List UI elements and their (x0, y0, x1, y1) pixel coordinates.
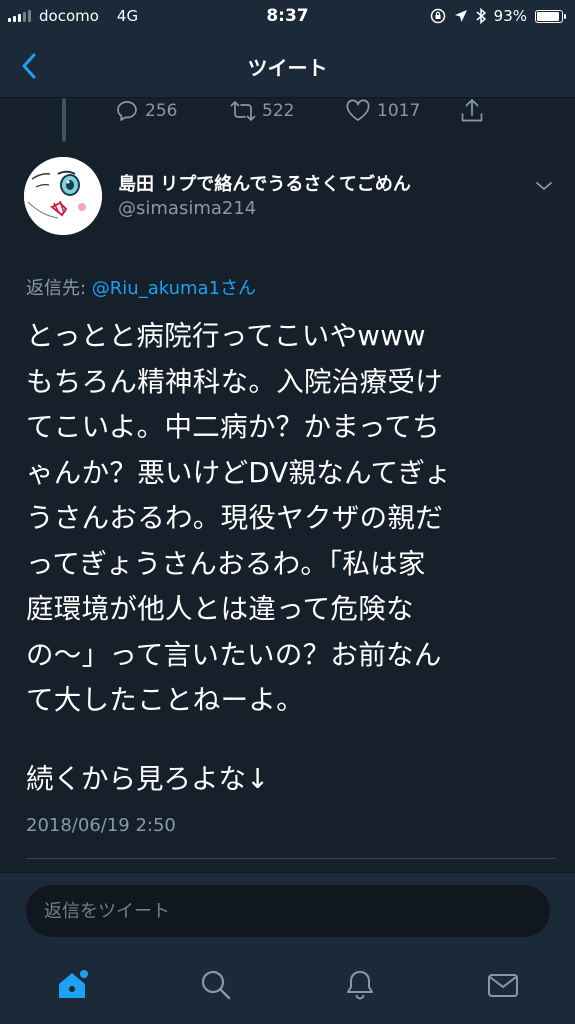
like-button[interactable]: 1017 (345, 99, 420, 123)
bluetooth-icon (476, 8, 486, 24)
author-handle[interactable]: @simasima214 (118, 198, 256, 219)
envelope-icon (488, 974, 518, 997)
orientation-lock-icon (430, 8, 445, 24)
reply-icon (117, 101, 137, 121)
retweet-count: 522 (262, 101, 295, 121)
avatar[interactable] (24, 157, 102, 235)
tweet-options-button[interactable] (535, 177, 553, 196)
retweet-icon (230, 101, 256, 121)
like-count: 1017 (377, 101, 421, 121)
home-icon (59, 970, 88, 998)
reply-to-suffix: さん (220, 278, 257, 299)
reply-input[interactable] (44, 900, 532, 922)
nav-bar: ツイート (0, 34, 575, 98)
search-icon (201, 970, 231, 1000)
battery-icon (535, 9, 566, 23)
reply-to-mention[interactable]: @Riu_akuma1 (92, 278, 220, 299)
tweet-text: とっとと病院行ってこいやwww もちろん精神科な。入院治療受け てこいよ。中二病… (26, 320, 452, 716)
status-bar: docomo 4G 8:37 93% (0, 0, 575, 34)
tweet-timestamp: 2018/06/19 2:50 (26, 815, 176, 836)
location-icon (454, 10, 467, 22)
reply-count: 256 (145, 101, 178, 121)
tab-messages[interactable] (483, 965, 523, 1005)
reply-to-prefix: 返信先: (26, 278, 92, 299)
chevron-down-icon (536, 182, 552, 190)
heart-icon (346, 99, 370, 121)
status-right: 93% (430, 7, 566, 25)
author-name[interactable]: 島田 リプで絡んでうるさくてごめん (118, 170, 411, 196)
reply-composer[interactable] (26, 885, 550, 937)
retweet-button[interactable]: 522 (230, 99, 294, 123)
divider (26, 858, 556, 859)
page-title: ツイート (247, 56, 328, 80)
tweet-text-continued: 続くから見ろよな↓ (26, 763, 270, 795)
tab-notifications[interactable] (340, 965, 380, 1005)
avatar-illustration-icon (24, 157, 102, 235)
share-icon (461, 99, 483, 122)
reply-composer-bar (0, 872, 575, 952)
bell-icon (347, 971, 373, 1000)
reply-to-line: 返信先: @Riu_akuma1さん (26, 274, 256, 300)
thread-connector (62, 98, 66, 142)
share-button[interactable] (460, 98, 484, 124)
parent-tweet-actions: 256 522 1017 (115, 96, 495, 126)
tab-home[interactable] (52, 965, 92, 1005)
tab-search[interactable] (196, 965, 236, 1005)
tab-bar (0, 952, 575, 1024)
battery-percent: 93% (493, 7, 527, 25)
reply-button[interactable]: 256 (115, 99, 177, 123)
